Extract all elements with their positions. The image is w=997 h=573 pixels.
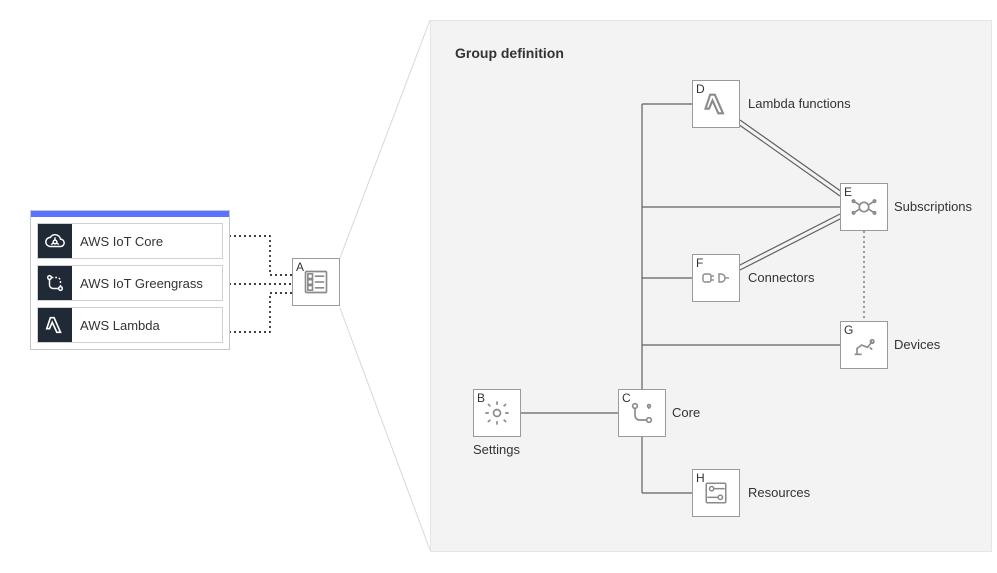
node-g-devices: G <box>840 321 888 369</box>
service-label: AWS Lambda <box>72 314 222 337</box>
accent-bar <box>31 211 229 217</box>
label-devices: Devices <box>894 337 940 352</box>
node-c-core: C <box>618 389 666 437</box>
service-aws-iot-core: AWS IoT Core <box>37 223 223 259</box>
node-h-resources: H <box>692 469 740 517</box>
label-subscriptions: Subscriptions <box>894 199 972 214</box>
resources-icon <box>699 476 733 510</box>
aws-services-card: AWS IoT Core AWS IoT Greengrass AWS Lamb… <box>30 210 230 350</box>
node-d-lambda: D <box>692 80 740 128</box>
service-label: AWS IoT Core <box>72 230 222 253</box>
label-settings: Settings <box>473 442 520 457</box>
subscriptions-icon <box>847 190 881 224</box>
group-icon <box>299 265 333 299</box>
aws-iot-core-icon <box>38 224 72 258</box>
label-core: Core <box>672 405 700 420</box>
core-icon <box>625 396 659 430</box>
node-b-settings: B <box>473 389 521 437</box>
devices-icon <box>847 328 881 362</box>
connectors-icon <box>699 261 733 295</box>
lambda-icon <box>699 87 733 121</box>
node-e-subscriptions: E <box>840 183 888 231</box>
label-connectors: Connectors <box>748 270 814 285</box>
node-a-group: A <box>292 258 340 306</box>
panel-title: Group definition <box>455 45 564 61</box>
service-aws-iot-greengrass: AWS IoT Greengrass <box>37 265 223 301</box>
aws-iot-greengrass-icon <box>38 266 72 300</box>
service-aws-lambda: AWS Lambda <box>37 307 223 343</box>
label-lambda-functions: Lambda functions <box>748 96 851 111</box>
aws-lambda-icon <box>38 308 72 342</box>
service-label: AWS IoT Greengrass <box>72 272 222 295</box>
label-resources: Resources <box>748 485 810 500</box>
gear-icon <box>480 396 514 430</box>
node-f-connectors: F <box>692 254 740 302</box>
